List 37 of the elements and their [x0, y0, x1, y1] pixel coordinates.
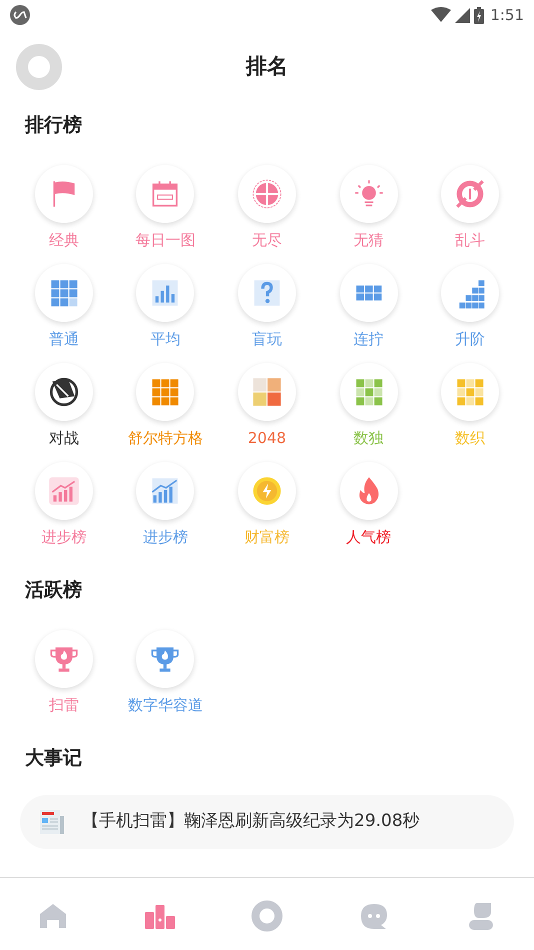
battery-icon	[474, 6, 484, 24]
signal-icon	[455, 8, 470, 22]
app-notification-icon	[10, 5, 30, 25]
leaderboard-label: 数独	[354, 428, 384, 449]
section-title: 排行榜	[24, 113, 83, 138]
leaderboard-label: 对战	[48, 428, 79, 449]
leaderboard-label: 乱斗	[455, 230, 486, 251]
newspaper-icon	[38, 808, 66, 836]
leaderboard-label: 经典	[48, 230, 79, 251]
leaderboard-label: 舒尔特方格	[128, 428, 203, 449]
leaderboard-label: 普通	[48, 329, 79, 350]
avatar[interactable]	[16, 44, 62, 90]
leaderboard-label: 每日一图	[135, 230, 196, 251]
page-title: 排名	[246, 53, 288, 80]
leaderboard-label: 数织	[455, 428, 486, 449]
growth-chart-icon	[46, 474, 81, 508]
leaderboard-label: 财富榜	[244, 527, 290, 548]
leaderboard-label: 2048	[248, 428, 286, 449]
leaderboard-label: 无尽	[252, 230, 282, 251]
wifi-icon	[431, 7, 452, 23]
leaderboard-label: 人气榜	[346, 527, 392, 548]
leaderboard-label: 数字华容道	[128, 695, 203, 716]
leaderboard-label: 扫雷	[48, 695, 79, 716]
leaderboard-button[interactable]	[34, 363, 93, 421]
leaderboard-label: 进步榜	[142, 527, 188, 548]
clock-time: 1:51	[490, 4, 524, 26]
leaderboard-label: 连拧	[354, 329, 384, 350]
leaderboard-label: 盲玩	[252, 329, 282, 350]
event-text: 【手机扫雷】鞠泽恩刷新高级纪录为29.08秒	[82, 810, 420, 834]
leaderboard-label: 平均	[150, 329, 180, 350]
leaderboard-label: 进步榜	[41, 527, 86, 548]
leaderboard-label: 升阶	[455, 329, 486, 350]
event-card[interactable]: 【手机扫雷】鞠泽恩刷新高级纪录为29.08秒	[20, 795, 514, 849]
ring-icon	[250, 900, 283, 932]
section-title: 大事记	[24, 746, 83, 771]
section-title: 活跃榜	[24, 578, 83, 603]
leaderboard-label: 无猜	[354, 230, 384, 251]
